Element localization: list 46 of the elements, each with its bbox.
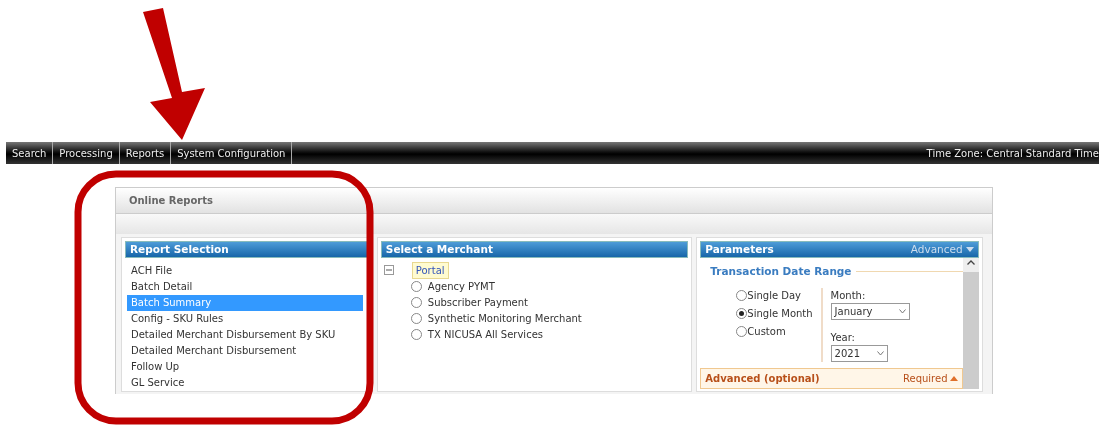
radio-button[interactable] [736, 325, 748, 337]
nav-tab[interactable]: Processing [53, 142, 120, 164]
advanced-section-header[interactable]: Advanced (optional) Required [700, 367, 963, 389]
report-item[interactable]: GL Service [127, 375, 363, 391]
report-item[interactable]: Batch Detail [127, 279, 363, 295]
section-header: Select a Merchant [380, 241, 689, 258]
chevron-icon [898, 308, 906, 314]
radio-button[interactable] [410, 296, 422, 308]
nav-tab[interactable]: Reports [119, 142, 172, 164]
radio-button[interactable] [736, 307, 748, 319]
report-item[interactable]: ACH File [127, 263, 363, 279]
merchant-label: Subscriber Payment [427, 295, 529, 310]
chevron-icon [876, 350, 884, 356]
report-item[interactable]: Config - SKU Rules [127, 311, 363, 327]
section-header: Parameters [705, 241, 774, 257]
year-label: Year: [830, 330, 856, 345]
caret-icon [966, 247, 974, 253]
radio-button[interactable] [410, 312, 422, 324]
report-item[interactable]: Follow Up [127, 359, 363, 375]
caret-icon [950, 375, 958, 381]
radio-button[interactable] [410, 280, 422, 292]
scroll-up-icon[interactable] [967, 260, 975, 265]
year-dropdown[interactable]: 2021 [830, 344, 888, 362]
merchant-label: TX NICUSA All Services [427, 327, 543, 342]
nav-tab[interactable]: System Configuration [171, 142, 293, 164]
month-dropdown[interactable]: January [830, 302, 910, 320]
merchant-label: Synthetic Monitoring Merchant [427, 311, 582, 326]
option-label: Single Month [747, 306, 813, 321]
report-item[interactable]: Detailed Merchant Disbursement By SKU [127, 327, 363, 343]
option-label: Single Day [747, 288, 801, 303]
panel-title: Online Reports [116, 188, 992, 214]
time-zone-label: Time Zone: Central Standard Time [926, 146, 1099, 161]
radio-button[interactable] [736, 289, 748, 301]
radio-button[interactable] [410, 328, 422, 340]
collapse-icon[interactable] [383, 265, 394, 275]
section-title: Transaction Date Range [710, 264, 852, 279]
section-header: Report Selection [125, 241, 369, 258]
option-label: Custom [747, 324, 786, 339]
advanced-title: Advanced (optional) [705, 371, 820, 386]
nav-tab[interactable]: Search [6, 142, 54, 164]
merchant-label: Agency PYMT [427, 279, 495, 294]
scrollbar[interactable] [963, 258, 979, 389]
required-label: Required [903, 371, 948, 386]
month-label: Month: [830, 288, 867, 303]
report-item[interactable]: Detailed Merchant Disbursement [127, 343, 363, 359]
tree-node[interactable]: Portal [411, 261, 449, 279]
